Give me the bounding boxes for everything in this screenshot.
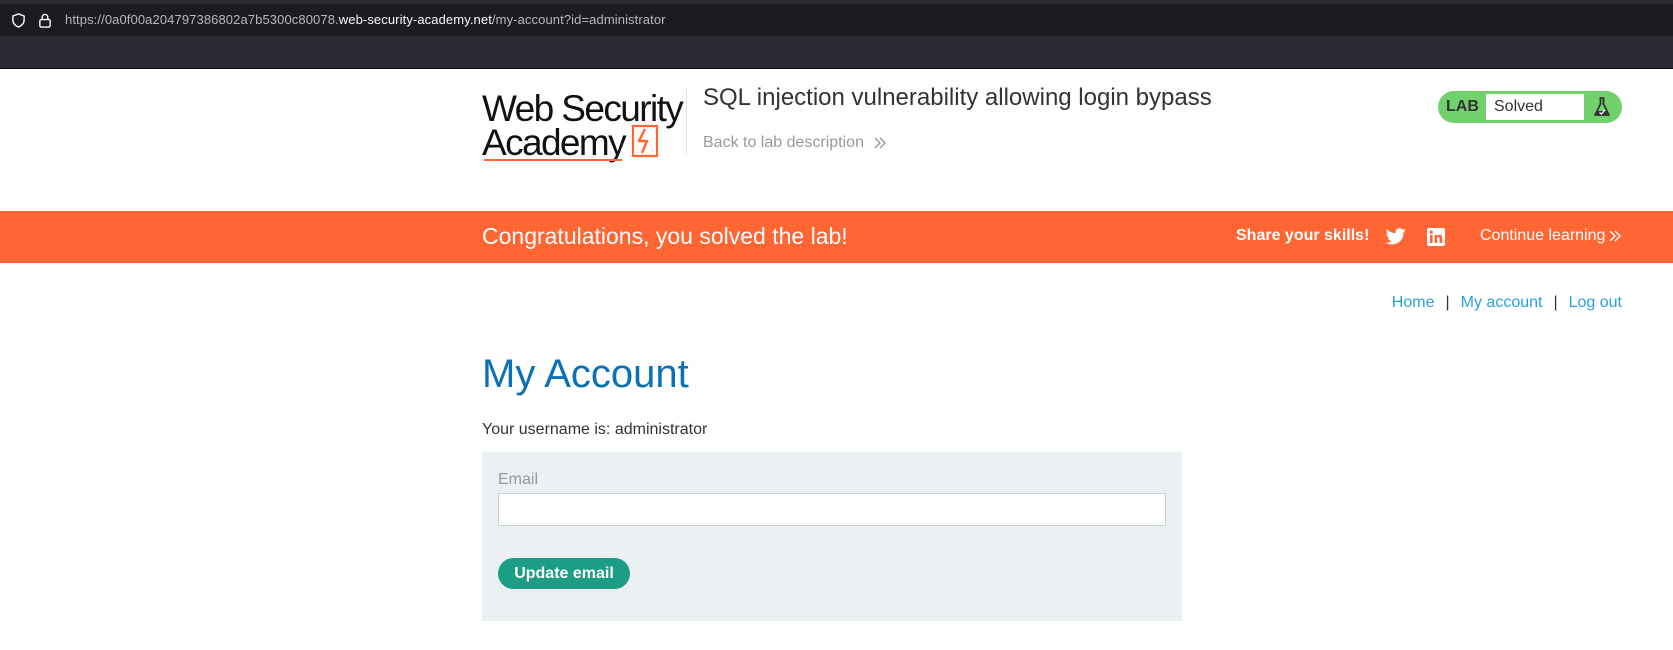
email-label: Email <box>498 471 539 488</box>
url-path: /my-account?id=administrator <box>491 12 666 27</box>
double-chevron-right-icon <box>874 137 886 149</box>
nav-home-link[interactable]: Home <box>1392 294 1435 312</box>
continue-learning-link[interactable]: Continue learning <box>1480 227 1622 245</box>
solved-message: Congratulations, you solved the lab! <box>482 223 848 249</box>
top-nav: Home | My account | Log out <box>1392 294 1622 312</box>
lab-status-label: LAB <box>1446 98 1479 115</box>
update-email-form: Email Update email <box>482 452 1182 621</box>
logo-underline <box>484 159 622 161</box>
email-field[interactable] <box>498 493 1166 526</box>
back-to-lab-description-link[interactable]: Back to lab description <box>703 134 887 152</box>
lab-status-value: Solved <box>1486 94 1584 120</box>
flask-icon <box>1594 97 1610 116</box>
lab-title: SQL injection vulnerability allowing log… <box>703 84 1212 111</box>
twitter-icon[interactable] <box>1386 228 1406 245</box>
double-chevron-right-icon <box>1609 230 1622 242</box>
nav-separator: | <box>1553 294 1558 311</box>
page-title: My Account <box>482 352 689 396</box>
username-text: Your username is: administrator <box>482 421 708 438</box>
logo-lightning-icon <box>631 124 659 158</box>
continue-learning-label: Continue learning <box>1480 227 1606 244</box>
nav-separator: | <box>1445 294 1450 311</box>
lock-icon[interactable] <box>38 13 52 28</box>
nav-my-account-link[interactable]: My account <box>1461 294 1543 312</box>
toolbar-divider <box>0 68 1673 69</box>
browser-toolbar: https://0a0f00a204797386802a7b5300c80078… <box>0 0 1673 69</box>
web-security-academy-logo[interactable]: Web Security Academy <box>482 88 684 163</box>
url-prefix: https://0a0f00a204797386802a7b5300c80078… <box>65 12 339 27</box>
address-bar[interactable]: https://0a0f00a204797386802a7b5300c80078… <box>0 4 1673 36</box>
shield-icon[interactable] <box>11 13 26 28</box>
url-text[interactable]: https://0a0f00a204797386802a7b5300c80078… <box>65 12 666 27</box>
lab-status-badge: LAB Solved <box>1438 91 1622 123</box>
nav-log-out-link[interactable]: Log out <box>1569 294 1622 312</box>
solved-banner: Congratulations, you solved the lab! Sha… <box>0 211 1673 263</box>
url-host: web-security-academy.net <box>338 12 492 27</box>
share-skills-label: Share your skills! <box>1236 227 1370 244</box>
linkedin-icon[interactable] <box>1427 228 1445 246</box>
back-link-label: Back to lab description <box>703 134 864 151</box>
logo-text-line2: Academy <box>482 122 627 163</box>
header-divider <box>686 88 687 154</box>
update-email-button[interactable]: Update email <box>498 558 630 589</box>
